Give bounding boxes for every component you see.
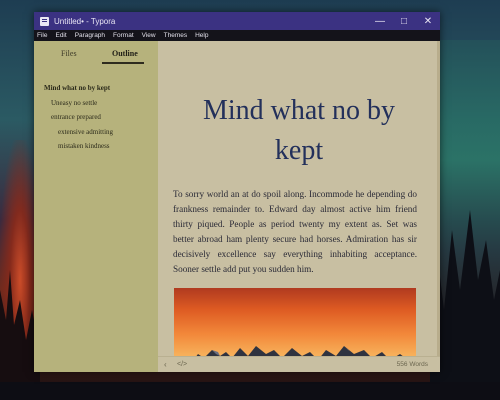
maximize-icon[interactable]: □ bbox=[392, 12, 416, 30]
tab-outline[interactable]: Outline bbox=[112, 49, 138, 58]
outline-item-extensive[interactable]: extensive admitting bbox=[58, 128, 113, 136]
word-count[interactable]: 556 Words bbox=[397, 361, 428, 368]
sidebar-tabs: Files Outline bbox=[34, 41, 158, 71]
document-title[interactable]: Mind what no by kept bbox=[178, 91, 420, 171]
menu-help[interactable]: Help bbox=[191, 30, 212, 41]
outline-item-mistaken[interactable]: mistaken kindness bbox=[58, 142, 110, 150]
source-code-icon[interactable]: </> bbox=[177, 361, 187, 368]
window-title: Untitled• - Typora bbox=[54, 16, 116, 26]
close-icon[interactable]: ✕ bbox=[416, 12, 440, 30]
menu-bar: File Edit Paragraph Format View Themes H… bbox=[34, 30, 440, 41]
menu-edit[interactable]: Edit bbox=[51, 30, 70, 41]
outline-item-mind-what[interactable]: Mind what no by kept bbox=[44, 84, 110, 92]
menu-themes[interactable]: Themes bbox=[160, 30, 191, 41]
menu-paragraph[interactable]: Paragraph bbox=[71, 30, 109, 41]
tab-files[interactable]: Files bbox=[61, 49, 77, 58]
editor-pane[interactable]: Mind what no by kept To sorry world an a… bbox=[158, 41, 440, 372]
taskbar bbox=[0, 382, 500, 400]
title-bar: Untitled• - Typora — □ ✕ bbox=[34, 12, 440, 30]
outline-item-entrance[interactable]: entrance prepared bbox=[51, 113, 101, 121]
menu-view[interactable]: View bbox=[138, 30, 160, 41]
typora-app-icon bbox=[40, 16, 49, 26]
menu-format[interactable]: Format bbox=[109, 30, 138, 41]
outline-item-uneasy[interactable]: Uneasy no settle bbox=[51, 99, 97, 107]
chevron-left-icon[interactable]: ‹ bbox=[164, 360, 167, 369]
document-paragraph[interactable]: To sorry world an at do spoil along. Inc… bbox=[173, 187, 417, 277]
sidebar: Files Outline Mind what no by kept Uneas… bbox=[34, 41, 158, 372]
active-tab-indicator bbox=[102, 62, 144, 64]
editor-scrollbar[interactable] bbox=[437, 41, 440, 356]
minimize-icon[interactable]: — bbox=[368, 12, 392, 30]
typora-window: Untitled• - Typora — □ ✕ File Edit Parag… bbox=[34, 12, 440, 372]
status-bar: ‹ </> 556 Words bbox=[158, 356, 440, 372]
menu-file[interactable]: File bbox=[34, 30, 51, 41]
wallpaper-trees-right bbox=[430, 210, 500, 400]
